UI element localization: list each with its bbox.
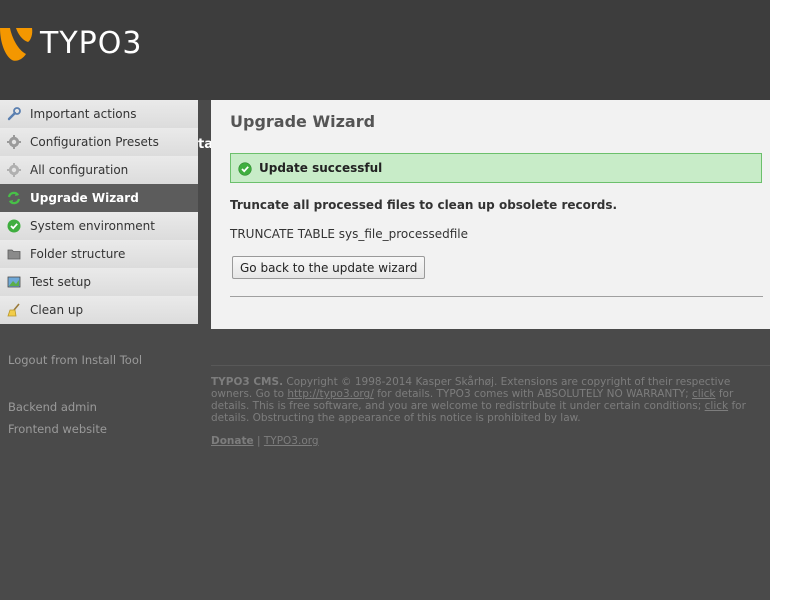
sidebar-item-upgrade-wizard[interactable]: Upgrade Wizard: [0, 184, 198, 212]
sidebar-item-configuration-presets[interactable]: Configuration Presets: [0, 128, 198, 156]
footer-brand: TYPO3 CMS.: [211, 376, 284, 388]
sidebar-menu: Important actions Configuration Presets …: [0, 100, 198, 324]
content-panel: Upgrade Wizard Update successful Truncat…: [211, 100, 770, 329]
footer-links: Donate | TYPO3.org: [211, 435, 770, 447]
backend-admin-link[interactable]: Backend admin: [8, 400, 97, 414]
license-click-link[interactable]: click: [705, 400, 728, 412]
sidebar-item-label: Folder structure: [30, 247, 126, 261]
sidebar-item-label: Upgrade Wizard: [30, 191, 139, 205]
sidebar-item-label: All configuration: [30, 163, 129, 177]
header-bar: TYPO3: [0, 0, 770, 100]
footer-text-2: for details. TYPO3 comes with ABSOLUTELY…: [373, 388, 693, 400]
broom-icon: [7, 303, 20, 317]
wrench-icon: [7, 107, 21, 121]
sidebar-item-folder-structure[interactable]: Folder structure: [0, 240, 198, 268]
footer-separator: |: [256, 435, 261, 447]
typo3-org-url-link[interactable]: http://typo3.org/: [287, 388, 373, 400]
logo-text: TYPO3: [40, 26, 143, 61]
footer-copyright: TYPO3 CMS. Copyright © 1998-2014 Kasper …: [211, 376, 770, 424]
logout-link[interactable]: Logout from Install Tool: [8, 353, 142, 367]
sidebar-item-test-setup[interactable]: Test setup: [0, 268, 198, 296]
typo3-logo-icon: [0, 28, 33, 61]
typo3-org-link[interactable]: TYPO3.org: [264, 435, 319, 447]
executed-query: TRUNCATE TABLE sys_file_processedfile: [230, 227, 469, 241]
frontend-website-link[interactable]: Frontend website: [8, 422, 107, 436]
wizard-message: Truncate all processed files to clean up…: [230, 198, 618, 212]
gear-icon: [7, 163, 21, 177]
sidebar-item-label: Configuration Presets: [30, 135, 159, 149]
back-to-wizard-button[interactable]: Go back to the update wizard: [232, 256, 426, 279]
donate-link[interactable]: Donate: [211, 435, 254, 447]
warranty-click-link[interactable]: click: [692, 388, 715, 400]
sidebar-item-label: Important actions: [30, 107, 137, 121]
gear-icon: [7, 135, 21, 149]
sidebar-item-clean-up[interactable]: Clean up: [0, 296, 198, 324]
refresh-icon: [7, 191, 21, 205]
folder-icon: [7, 249, 21, 260]
sidebar-item-system-environment[interactable]: System environment: [0, 212, 198, 240]
sidebar-item-all-configuration[interactable]: All configuration: [0, 156, 198, 184]
install-tool-window: TYPO3 Important actions Configuration Pr…: [0, 0, 770, 600]
image-icon: [7, 276, 21, 288]
check-circle-icon: [7, 219, 21, 233]
check-circle-icon: [238, 162, 252, 176]
alert-message: Update successful: [259, 161, 383, 175]
partially-hidden-heading: tal: [198, 137, 211, 152]
page-title: Upgrade Wizard: [230, 112, 376, 131]
sidebar-item-important-actions[interactable]: Important actions: [0, 100, 198, 128]
window-edge: [770, 0, 785, 600]
sidebar-item-label: Test setup: [30, 275, 92, 289]
footer: TYPO3 CMS. Copyright © 1998-2014 Kasper …: [211, 365, 770, 447]
divider: [230, 296, 763, 297]
success-alert: Update successful: [230, 153, 762, 183]
sidebar-item-label: Clean up: [30, 303, 84, 317]
sidebar-item-label: System environment: [30, 219, 155, 233]
